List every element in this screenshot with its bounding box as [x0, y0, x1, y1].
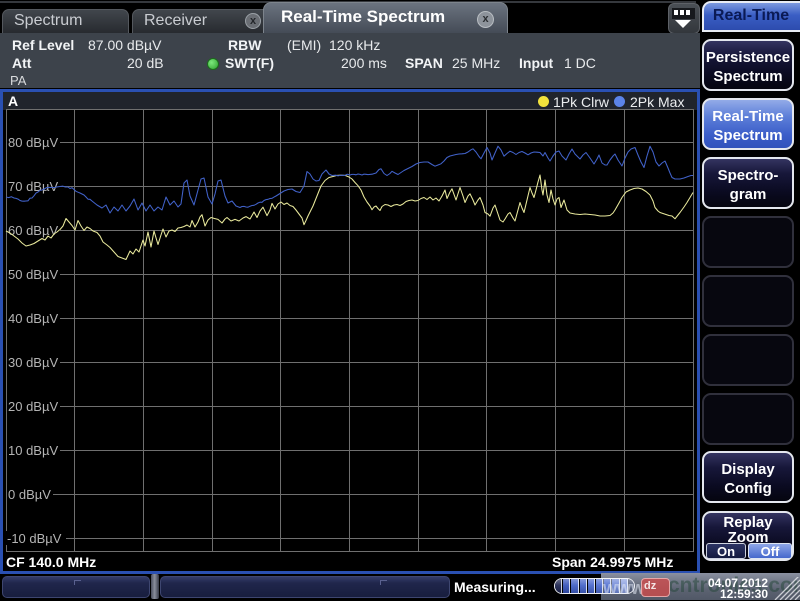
svg-text:10 dBµV: 10 dBµV [8, 443, 58, 458]
svg-text:0 dBµV: 0 dBµV [8, 487, 51, 502]
svg-text:60 dBµV: 60 dBµV [8, 223, 58, 238]
svg-text:70 dBµV: 70 dBµV [8, 179, 58, 194]
svg-text:40 dBµV: 40 dBµV [8, 311, 58, 326]
svg-text:30 dBµV: 30 dBµV [8, 355, 58, 370]
svg-text:-10 dBµV: -10 dBµV [7, 531, 62, 546]
svg-text:20 dBµV: 20 dBµV [8, 399, 58, 414]
svg-text:50 dBµV: 50 dBµV [8, 267, 58, 282]
svg-text:80 dBµV: 80 dBµV [8, 135, 58, 150]
